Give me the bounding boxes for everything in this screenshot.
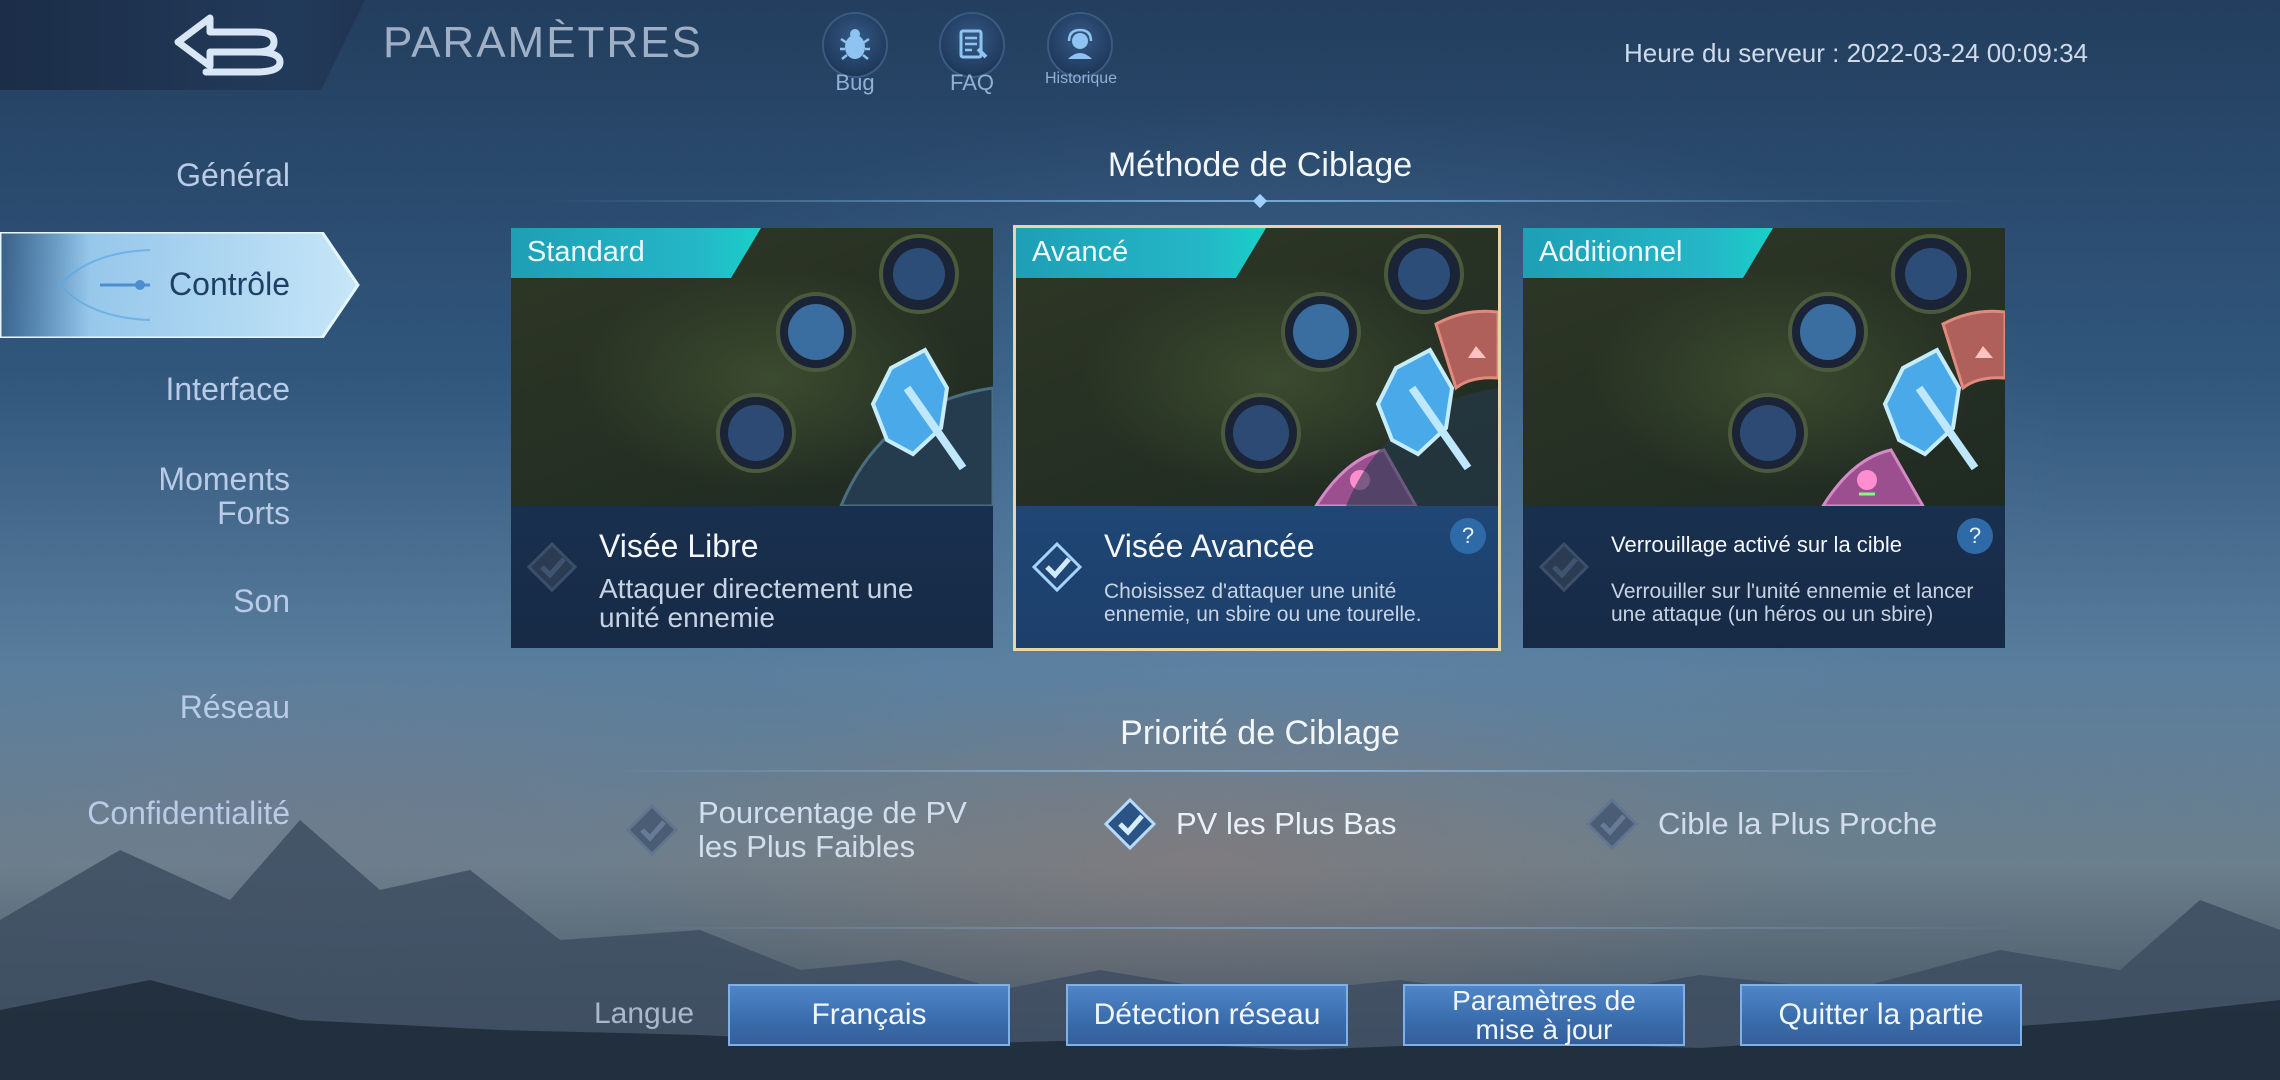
priority-option-lowest-hp-percent[interactable]: Pourcentage de PV les Plus Faibles [624, 796, 967, 864]
sidebar-item-interface[interactable]: Interface [165, 372, 290, 406]
priority-label: Cible la Plus Proche [1658, 806, 1938, 841]
unchecked-diamond-icon [1538, 541, 1590, 593]
priority-label: PV les Plus Bas [1176, 806, 1397, 841]
card-tag-label: Additionnel [1539, 236, 1683, 268]
card-tag: Standard [511, 228, 761, 278]
card-description: Choisissez d'attaquer une unité ennemie,… [1104, 580, 1422, 626]
targeting-card-standard[interactable]: Standard Visée Libre Attaquer directemen… [511, 228, 993, 648]
card-title: Visée Avancée [1104, 528, 1315, 564]
back-arrow-icon[interactable] [170, 10, 290, 80]
sidebar-item-label-line1: Moments [158, 461, 290, 497]
footer-divider [620, 927, 2030, 929]
sidebar-item-controle[interactable]: Contrôle [0, 232, 360, 338]
language-label: Langue [594, 997, 695, 1030]
sidebar-item-moments-forts[interactable]: Moments Forts [158, 462, 290, 530]
checked-diamond-icon [1031, 541, 1083, 593]
unchecked-diamond-icon [625, 803, 679, 857]
unchecked-diamond-icon [526, 541, 578, 593]
card-info: Verrouillage activé sur la cible Verroui… [1523, 506, 2005, 648]
card-preview-image: Avancé [1016, 228, 1498, 506]
priority-option-closest-target[interactable]: Cible la Plus Proche [1584, 796, 1937, 852]
button-label-line2: mise à jour [1475, 1014, 1613, 1045]
card-tag-label: Standard [527, 236, 645, 268]
targeting-card-avance[interactable]: Avancé Visée Avancée Choisissez d'attaqu… [1013, 225, 1501, 651]
section-divider [600, 770, 1920, 772]
card-tag: Additionnel [1523, 228, 1773, 278]
faq-icon [941, 14, 1003, 76]
targeting-method-title: Méthode de Ciblage [1107, 146, 1413, 184]
card-title: Verrouillage activé sur la cible [1611, 532, 1903, 557]
card-preview-image: Additionnel [1523, 228, 2005, 506]
card-title: Visée Libre [599, 528, 759, 564]
section-diamond [1252, 193, 1268, 209]
help-icon[interactable]: ? [1957, 518, 1993, 554]
unchecked-diamond-icon [1585, 797, 1639, 851]
history-label: Historique [1045, 70, 1118, 87]
card-preview-image: Standard [511, 228, 993, 506]
help-icon[interactable]: ? [1450, 518, 1486, 554]
quit-match-button[interactable]: Quitter la partie [1740, 984, 2022, 1046]
card-description: Verrouiller sur l'unité ennemie et lance… [1611, 580, 1974, 626]
card-info: Visée Libre Attaquer directement une uni… [511, 506, 993, 648]
priority-label-line2: les Plus Faibles [698, 829, 916, 864]
sidebar-item-label: Contrôle [169, 266, 290, 302]
history-icon [1049, 14, 1111, 76]
update-settings-button[interactable]: Paramètres de mise à jour [1403, 984, 1685, 1046]
language-select-button[interactable]: Français [728, 984, 1010, 1046]
checked-diamond-icon [1103, 797, 1157, 851]
bug-report-button[interactable]: Bug [820, 14, 890, 96]
page-title: PARAMÈTRES [383, 18, 703, 67]
targeting-priority-title: Priorité de Ciblage [1120, 714, 1400, 752]
targeting-card-additionnel[interactable]: Additionnel Verrouillage activé sur la c… [1523, 228, 2005, 648]
server-time: Heure du serveur : 2022-03-24 00:09:34 [1624, 38, 2088, 68]
bug-icon [824, 14, 886, 76]
network-detection-button[interactable]: Détection réseau [1066, 984, 1348, 1046]
sidebar-item-confidentialite[interactable]: Confidentialité [87, 796, 290, 830]
sidebar-item-label-line2: Forts [217, 495, 290, 531]
button-label-line1: Paramètres de [1452, 985, 1636, 1016]
faq-label: FAQ [949, 70, 994, 95]
history-button[interactable]: Historique [1045, 14, 1118, 88]
card-tag: Avancé [1016, 228, 1266, 278]
card-info: Visée Avancée Choisissez d'attaquer une … [1016, 506, 1498, 648]
priority-label-line1: Pourcentage de PV [698, 795, 967, 830]
priority-option-lowest-hp[interactable]: PV les Plus Bas [1102, 796, 1397, 852]
card-tag-label: Avancé [1032, 236, 1129, 268]
faq-button[interactable]: FAQ [937, 14, 1007, 96]
bug-label: Bug [835, 70, 875, 95]
sidebar-item-son[interactable]: Son [233, 584, 290, 618]
card-description: Attaquer directement une unité ennemie [599, 573, 914, 633]
